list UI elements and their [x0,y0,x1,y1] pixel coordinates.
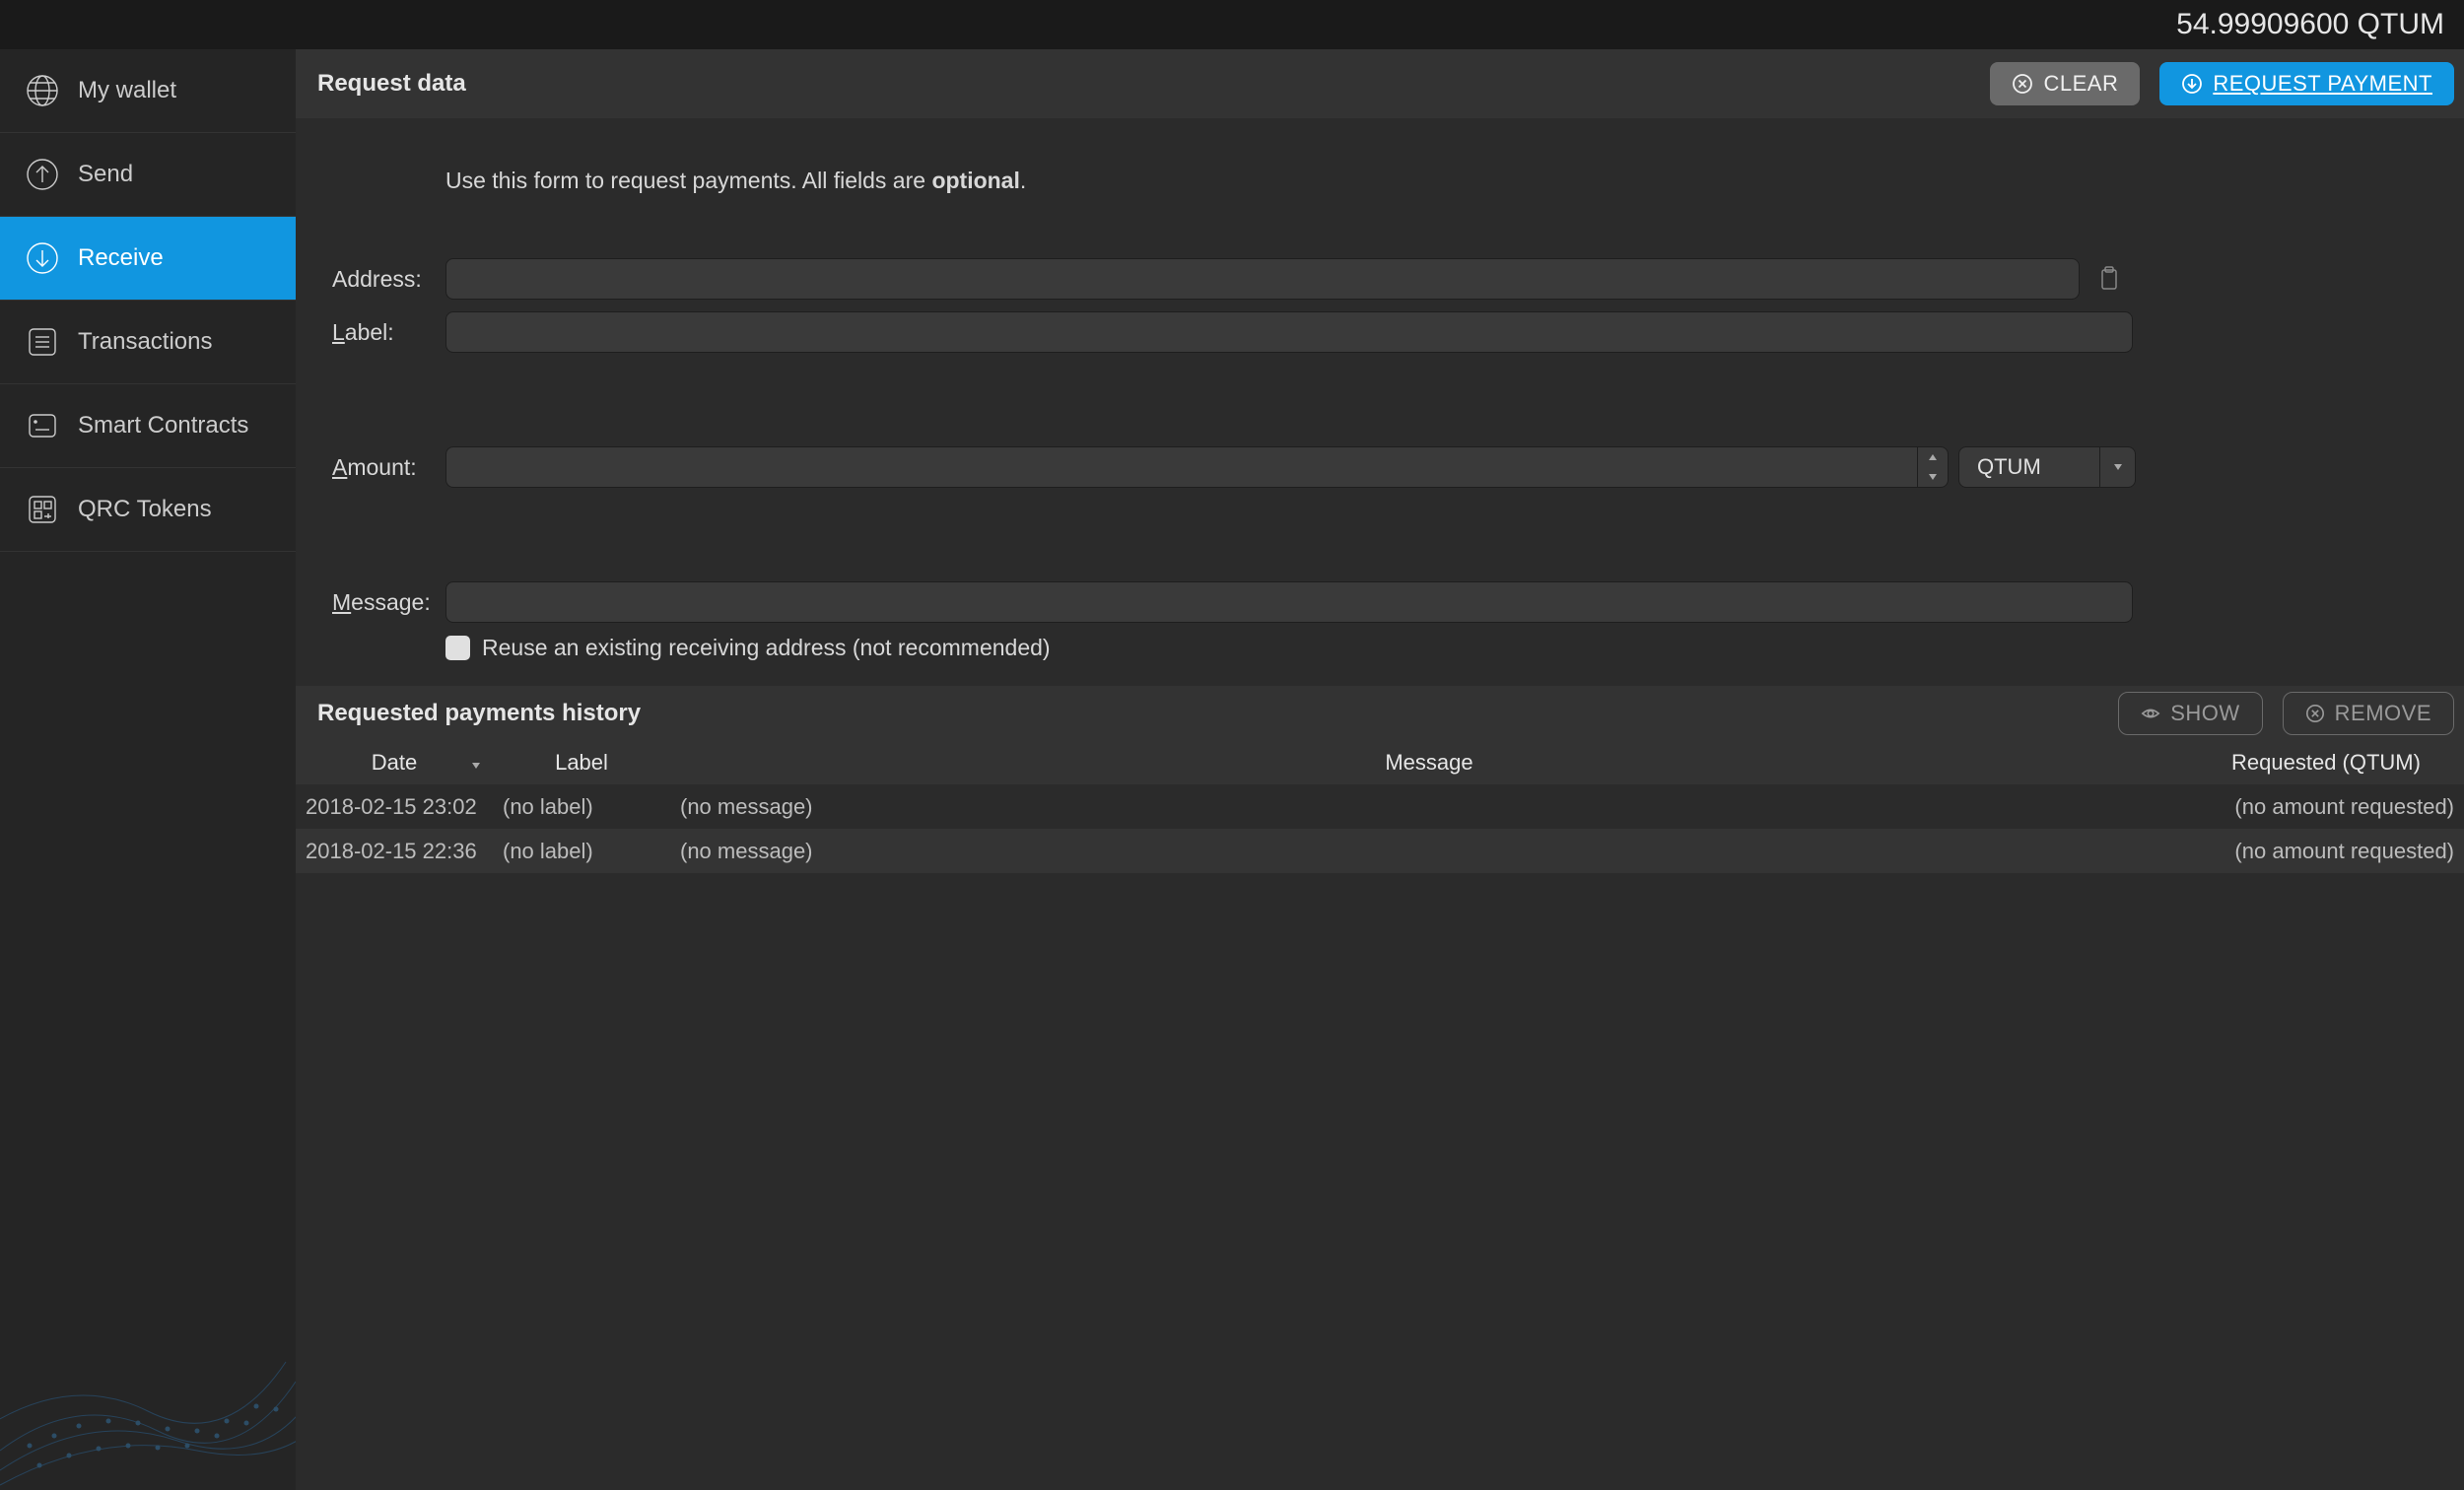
amount-step-up[interactable] [1918,447,1948,467]
form-instruction: Use this form to request payments. All f… [317,168,2442,258]
request-payment-button[interactable]: REQUEST PAYMENT [2159,62,2454,105]
cell-label: (no label) [493,784,670,829]
panel-title: Request data [317,70,466,98]
amount-input[interactable] [445,446,1917,488]
main-area: My wallet Send Receive Transactions [0,49,2464,1490]
sidebar-item-qrc-tokens[interactable]: QRC Tokens [0,468,296,552]
header-buttons: CLEAR REQUEST PAYMENT [1990,62,2454,105]
sidebar-item-label: Smart Contracts [78,412,248,440]
sidebar-item-label: Send [78,161,133,188]
history-title: Requested payments history [317,700,641,727]
clipboard-icon [2097,266,2121,292]
clear-button-label: CLEAR [2043,71,2118,97]
sidebar-item-receive[interactable]: Receive [0,217,296,301]
remove-button[interactable]: REMOVE [2283,692,2454,735]
amount-input-wrap [445,446,1949,488]
amount-step-down[interactable] [1918,467,1948,487]
amount-row: Amount: QTUM [317,446,2442,488]
app-root: 54.99909600 QTUM My wallet Send Receive [0,0,2464,1490]
history-header-buttons: SHOW REMOVE [2118,692,2454,735]
reuse-address-checkbox[interactable] [445,636,470,660]
col-label-header[interactable]: Label [493,740,670,784]
cell-date: 2018-02-15 23:02 [296,784,493,829]
chevron-down-icon [1928,473,1938,481]
message-label: Message: [317,589,445,616]
col-date-label: Date [372,750,417,775]
label-input[interactable] [445,311,2133,353]
instruction-prefix: Use this form to request payments. All f… [445,168,931,193]
show-button-label: SHOW [2170,701,2239,726]
smart-contracts-icon [25,408,60,443]
chevron-down-icon [2099,446,2135,488]
table-row[interactable]: 2018-02-15 22:36 (no label) (no message)… [296,829,2464,873]
cell-requested: (no amount requested) [2188,784,2464,829]
cell-message: (no message) [670,829,2188,873]
sidebar-item-smart-contracts[interactable]: Smart Contracts [0,384,296,468]
clear-button[interactable]: CLEAR [1990,62,2140,105]
sidebar-item-label: QRC Tokens [78,496,212,523]
reuse-address-row: Reuse an existing receiving address (not… [317,635,2442,661]
history-header: Requested payments history SHOW REMOVE [296,686,2464,740]
show-button[interactable]: SHOW [2118,692,2262,735]
sort-desc-icon [471,750,481,776]
col-date-header[interactable]: Date [296,740,493,784]
history-table-wrap: Date Label Message Requested (QTUM) 2018… [296,740,2464,1490]
receive-icon [25,240,60,276]
globe-icon [25,73,60,108]
cell-message: (no message) [670,784,2188,829]
currency-select[interactable]: QTUM [1958,446,2136,488]
instruction-strong: optional [931,168,1019,193]
request-payment-icon [2181,73,2203,95]
address-row: Address: [317,258,2442,300]
reuse-address-label: Reuse an existing receiving address (not… [482,635,1051,661]
paste-address-button[interactable] [2094,264,2124,294]
sidebar-item-label: My wallet [78,77,176,104]
history-table: Date Label Message Requested (QTUM) 2018… [296,740,2464,873]
cell-label: (no label) [493,829,670,873]
currency-select-label: QTUM [1977,454,2041,480]
sidebar-decorative-art [0,1096,296,1490]
clear-icon [2012,73,2033,95]
request-data-header: Request data CLEAR REQUEST PAYMENT [296,49,2464,118]
label-label: Label: [317,319,445,346]
history-section: Requested payments history SHOW REMOVE [296,686,2464,1490]
sidebar: My wallet Send Receive Transactions [0,49,296,1490]
cell-requested: (no amount requested) [2188,829,2464,873]
col-requested-header[interactable]: Requested (QTUM) [2188,740,2464,784]
balance-display: 54.99909600 QTUM [2176,8,2444,41]
sidebar-item-transactions[interactable]: Transactions [0,301,296,384]
remove-button-label: REMOVE [2335,701,2431,726]
sidebar-item-my-wallet[interactable]: My wallet [0,49,296,133]
request-form: Use this form to request payments. All f… [296,118,2464,686]
sidebar-item-label: Transactions [78,328,213,356]
instruction-suffix: . [1020,168,1026,193]
table-row[interactable]: 2018-02-15 23:02 (no label) (no message)… [296,784,2464,829]
amount-label: Amount: [317,454,445,481]
qrc-tokens-icon [25,492,60,527]
history-header-row: Date Label Message Requested (QTUM) [296,740,2464,784]
label-row: Label: [317,311,2442,353]
eye-icon [2141,704,2160,723]
address-input[interactable] [445,258,2080,300]
message-row: Message: [317,581,2442,623]
content-area: Request data CLEAR REQUEST PAYMENT Use t… [296,49,2464,1490]
remove-icon [2305,704,2325,723]
cell-date: 2018-02-15 22:36 [296,829,493,873]
address-label: Address: [317,266,445,293]
transactions-icon [25,324,60,360]
chevron-up-icon [1928,453,1938,461]
amount-spinner [1917,446,1949,488]
col-message-header[interactable]: Message [670,740,2188,784]
sidebar-item-send[interactable]: Send [0,133,296,217]
sidebar-item-label: Receive [78,244,164,272]
request-payment-button-label: REQUEST PAYMENT [2213,71,2432,97]
send-icon [25,157,60,192]
top-bar: 54.99909600 QTUM [0,0,2464,49]
message-input[interactable] [445,581,2133,623]
